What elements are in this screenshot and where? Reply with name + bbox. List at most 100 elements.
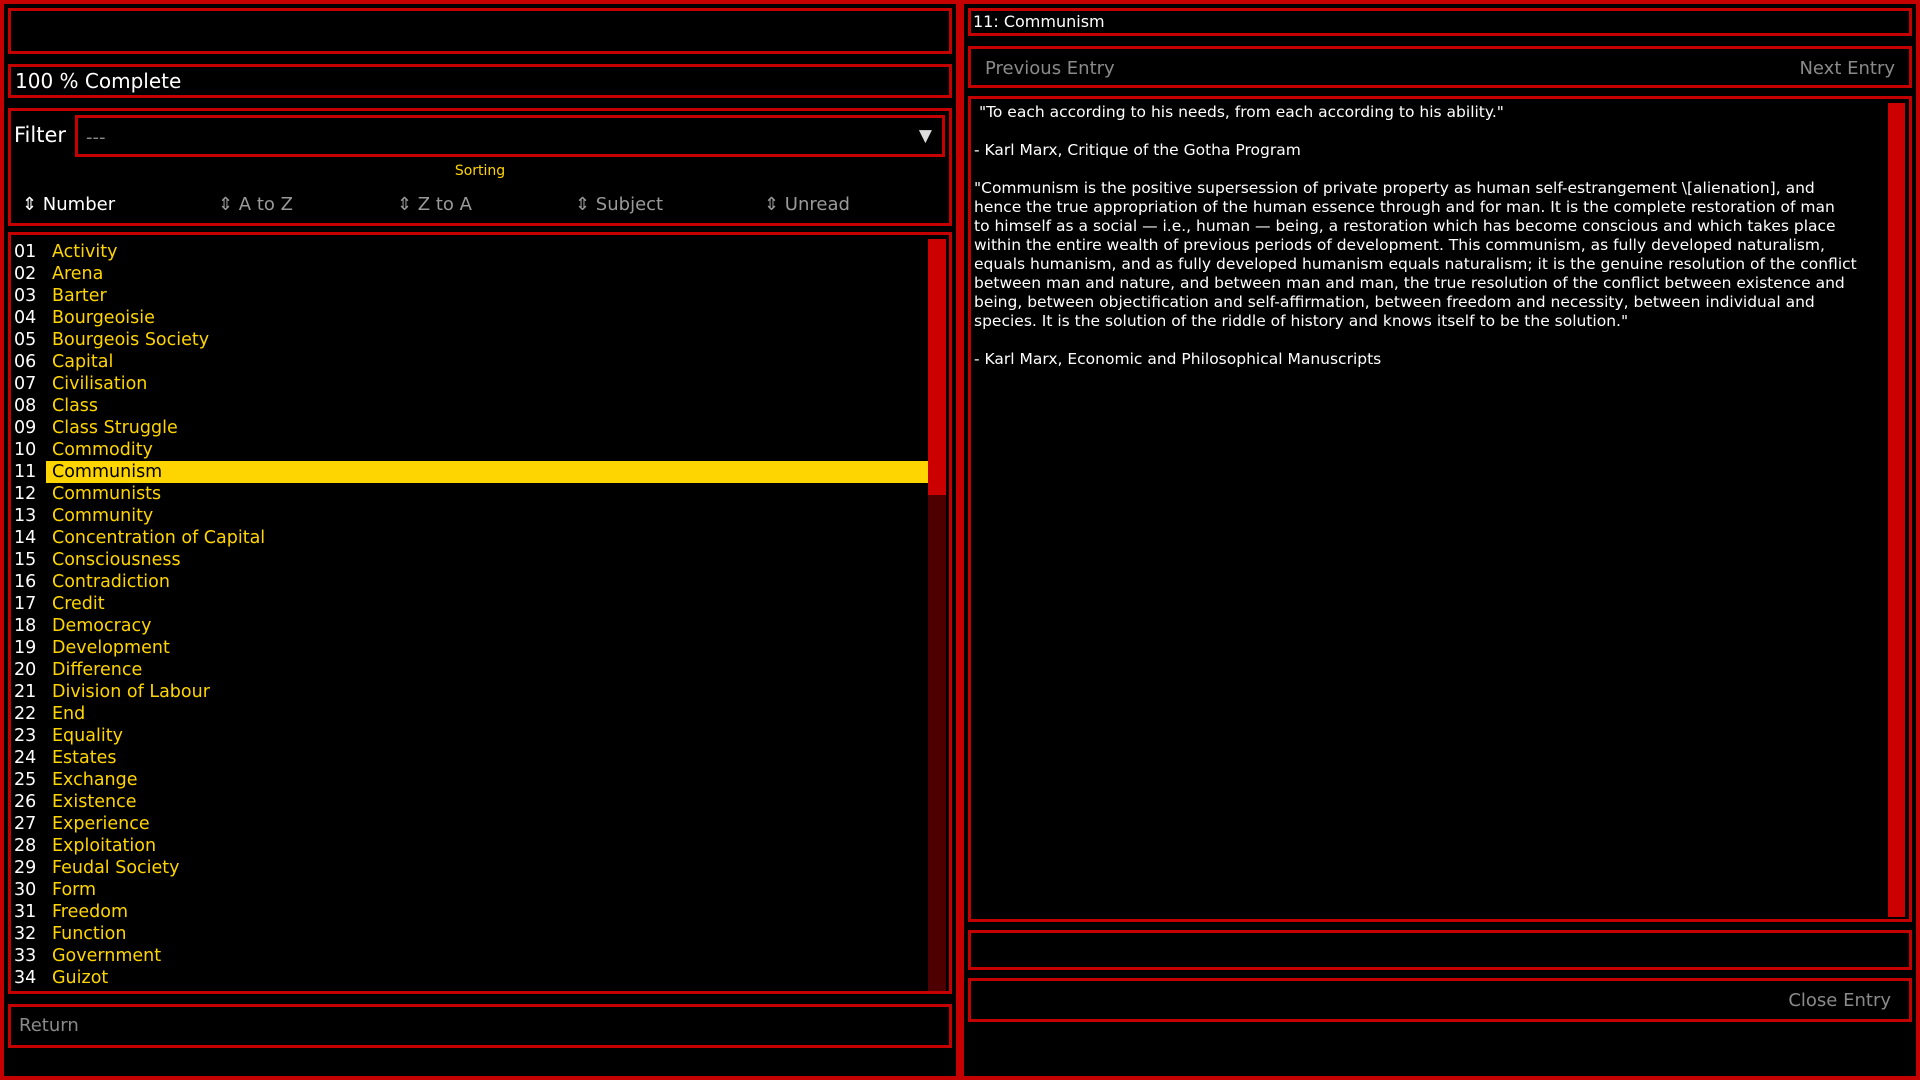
- list-item[interactable]: 16Contradiction: [11, 571, 931, 593]
- progress-text: 100 % Complete: [15, 69, 181, 93]
- list-item[interactable]: 21Division of Labour: [11, 681, 931, 703]
- list-item-label: Commodity: [46, 439, 931, 461]
- list-item-label: Communism: [46, 461, 931, 483]
- list-item[interactable]: 09 Class Struggle: [11, 417, 931, 439]
- list-item[interactable]: 06Capital: [11, 351, 931, 373]
- list-item[interactable]: 01Activity: [11, 241, 931, 263]
- list-scroll-thumb[interactable]: [928, 239, 946, 495]
- list-item[interactable]: 05 Bourgeois Society: [11, 329, 931, 351]
- list-item[interactable]: 32Function: [11, 923, 931, 945]
- list-item[interactable]: 08Class: [11, 395, 931, 417]
- list-item-number: 20: [14, 659, 36, 681]
- list-item-label: Experience: [46, 813, 931, 835]
- return-button[interactable]: Return: [8, 1004, 952, 1048]
- list-item-number: 29: [14, 857, 36, 879]
- list-item-number: 10: [14, 439, 36, 461]
- list-item-label: Communists: [46, 483, 931, 505]
- list-item-label: Estates: [46, 747, 931, 769]
- list-item-label: Government: [46, 945, 931, 967]
- list-item[interactable]: 30Form: [11, 879, 931, 901]
- list-item[interactable]: 04Bourgeoisie: [11, 307, 931, 329]
- content-scrollbar[interactable]: [1888, 103, 1905, 917]
- list-item-label: Difference: [46, 659, 931, 681]
- list-item-label: Equality: [46, 725, 931, 747]
- close-entry-bar: Close Entry: [968, 978, 1912, 1022]
- list-item[interactable]: 28Exploitation: [11, 835, 931, 857]
- list-item-number: 23: [14, 725, 36, 747]
- filter-value: ---: [86, 127, 106, 148]
- list-item[interactable]: 27Experience: [11, 813, 931, 835]
- list-item[interactable]: 31 Freedom: [11, 901, 931, 923]
- list-item[interactable]: 33 Government: [11, 945, 931, 967]
- sorting-title: Sorting: [11, 163, 949, 179]
- list-scrollbar[interactable]: [928, 239, 946, 991]
- sort-by-unread-button[interactable]: ⇕ Unread: [764, 194, 850, 215]
- filter-label: Filter: [14, 123, 66, 147]
- list-item[interactable]: 15 Consciousness: [11, 549, 931, 571]
- list-item-label: Bourgeois Society: [46, 329, 931, 351]
- list-item-label: Credit: [46, 593, 931, 615]
- list-item-label: Freedom: [46, 901, 931, 923]
- list-item[interactable]: 02Arena: [11, 263, 931, 285]
- list-item[interactable]: 17 Credit: [11, 593, 931, 615]
- list-item[interactable]: 19Development: [11, 637, 931, 659]
- list-item[interactable]: 10 Commodity: [11, 439, 931, 461]
- list-item[interactable]: 07Civilisation: [11, 373, 931, 395]
- dropdown-arrow-icon: ▼: [919, 126, 932, 146]
- list-item[interactable]: 03Barter: [11, 285, 931, 307]
- list-item-number: 03: [14, 285, 36, 307]
- list-item-label: Existence: [46, 791, 931, 813]
- sort-z-to-a-button[interactable]: ⇕ Z to A: [397, 194, 472, 215]
- entry-title: 11: Communism: [973, 12, 1105, 31]
- list-item[interactable]: 20 Difference: [11, 659, 931, 681]
- list-item-label: Consciousness: [46, 549, 931, 571]
- list-item-number: 28: [14, 835, 36, 857]
- list-item-number: 14: [14, 527, 36, 549]
- list-item-label: Contradiction: [46, 571, 931, 593]
- list-item[interactable]: 13Community: [11, 505, 931, 527]
- list-item[interactable]: 22 End: [11, 703, 931, 725]
- progress-status: 100 % Complete: [8, 64, 952, 98]
- list-item[interactable]: 11 Communism: [11, 461, 931, 483]
- list-item-number: 07: [14, 373, 36, 395]
- list-item-label: Capital: [46, 351, 931, 373]
- header-bar: [8, 8, 952, 54]
- entry-title-bar: 11: Communism: [968, 8, 1912, 36]
- list-item[interactable]: 18Democracy: [11, 615, 931, 637]
- list-item-number: 11: [14, 461, 36, 483]
- list-item-number: 26: [14, 791, 36, 813]
- list-item-number: 15: [14, 549, 36, 571]
- list-item[interactable]: 12Communists: [11, 483, 931, 505]
- list-item-label: Community: [46, 505, 931, 527]
- sort-by-subject-button[interactable]: ⇕ Subject: [575, 194, 663, 215]
- list-item-number: 22: [14, 703, 36, 725]
- filter-sort-panel: Filter --- ▼ Sorting ⇕ Number ⇕ A to Z ⇕…: [8, 108, 952, 226]
- sort-a-to-z-button[interactable]: ⇕ A to Z: [218, 194, 293, 215]
- list-item-label: Class Struggle: [46, 417, 931, 439]
- list-item-label: End: [46, 703, 931, 725]
- entry-content-text: "To each according to his needs, from ea…: [974, 103, 1886, 369]
- entry-content-panel: "To each according to his needs, from ea…: [968, 96, 1912, 922]
- list-item[interactable]: 24Estates: [11, 747, 931, 769]
- list-item[interactable]: 29 Feudal Society: [11, 857, 931, 879]
- list-item-number: 09: [14, 417, 36, 439]
- list-item[interactable]: 25Exchange: [11, 769, 931, 791]
- previous-entry-button[interactable]: Previous Entry: [985, 58, 1115, 79]
- list-item[interactable]: 26 Existence: [11, 791, 931, 813]
- sort-by-number-button[interactable]: ⇕ Number: [22, 194, 115, 215]
- list-item-number: 04: [14, 307, 36, 329]
- list-item-number: 17: [14, 593, 36, 615]
- next-entry-button[interactable]: Next Entry: [1799, 58, 1895, 79]
- list-item[interactable]: 23 Equality: [11, 725, 931, 747]
- entry-list-panel: 01Activity02Arena03Barter04Bourgeoisie05…: [8, 232, 952, 994]
- list-item-label: Concentration of Capital: [46, 527, 931, 549]
- list-item[interactable]: 14 Concentration of Capital: [11, 527, 931, 549]
- list-item-number: 33: [14, 945, 36, 967]
- list-item-number: 05: [14, 329, 36, 351]
- list-item[interactable]: 34Guizot: [11, 967, 931, 989]
- filter-dropdown[interactable]: --- ▼: [75, 115, 945, 157]
- list-item-label: Function: [46, 923, 931, 945]
- close-entry-button[interactable]: Close Entry: [1788, 990, 1891, 1011]
- list-item-number: 31: [14, 901, 36, 923]
- list-item-label: Feudal Society: [46, 857, 931, 879]
